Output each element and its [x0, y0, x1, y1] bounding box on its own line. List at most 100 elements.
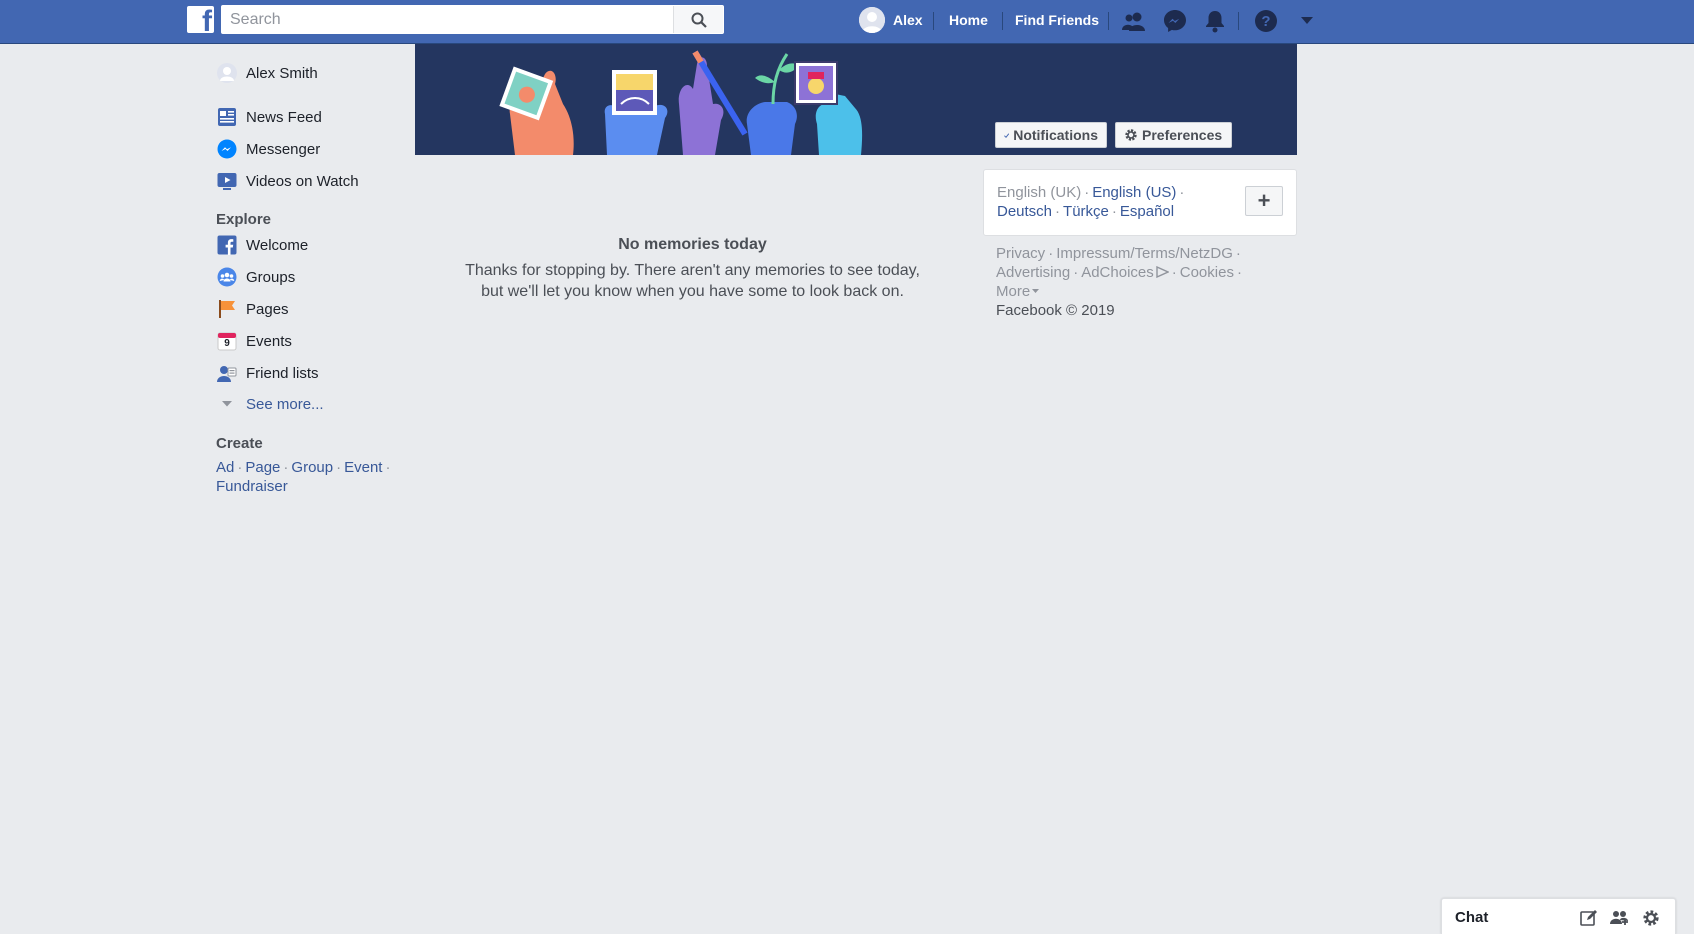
notifications-icon[interactable] — [1202, 8, 1228, 34]
facebook-icon — [216, 234, 238, 256]
see-more-link[interactable]: See more... — [216, 392, 324, 416]
calendar-icon: 9 — [216, 330, 238, 352]
gear-icon — [1125, 129, 1137, 141]
nav-divider — [1108, 12, 1109, 30]
footer-more-label: More — [996, 283, 1031, 300]
news-feed-icon — [216, 106, 238, 128]
footer-link[interactable]: AdChoices — [1081, 264, 1170, 281]
help-icon[interactable]: ? — [1253, 8, 1279, 34]
separator-dot: · — [336, 459, 342, 476]
logo-letter: f — [202, 6, 212, 34]
footer-more-row: More — [996, 282, 1296, 301]
separator-dot: · — [237, 459, 243, 476]
sidebar-item-label: Pages — [246, 300, 289, 318]
profile-name: Alex — [893, 12, 923, 28]
calendar-day-number: 9 — [224, 338, 230, 349]
create-page-link[interactable]: Page — [245, 459, 280, 476]
nav-divider — [933, 12, 934, 30]
create-group-icon[interactable] — [1610, 908, 1630, 928]
flag-icon — [216, 298, 238, 320]
footer-link[interactable]: Advertising — [996, 264, 1070, 281]
gear-icon[interactable] — [1641, 908, 1661, 928]
empty-state-line: but we'll let you know when you have som… — [481, 283, 904, 300]
chat-label: Chat — [1455, 909, 1489, 926]
sidebar-item-label: Events — [246, 332, 292, 350]
sidebar-item-label: Friend lists — [246, 364, 319, 382]
sidebar-item-label: Videos on Watch — [246, 172, 359, 190]
preferences-button[interactable]: Preferences — [1115, 122, 1232, 148]
sidebar-item-profile[interactable]: Alex Smith — [216, 61, 318, 85]
chevron-down-icon — [216, 393, 238, 415]
sidebar-item-pages[interactable]: Pages — [216, 297, 289, 321]
sidebar-item-news-feed[interactable]: News Feed — [216, 105, 322, 129]
footer-link[interactable]: Privacy — [996, 245, 1045, 262]
create-ad-link[interactable]: Ad — [216, 459, 234, 476]
avatar — [859, 7, 885, 33]
default-avatar-icon — [217, 63, 237, 83]
add-language-button[interactable]: + — [1245, 186, 1283, 216]
friend-list-icon — [216, 362, 238, 384]
empty-state-title: No memories today — [618, 236, 767, 253]
separator-dot: · — [1235, 245, 1241, 262]
copyright-text: Facebook © 2019 — [996, 302, 1115, 319]
chat-bar[interactable]: Chat — [1441, 898, 1676, 934]
home-link[interactable]: Home — [949, 0, 988, 40]
preferences-button-label: Preferences — [1142, 127, 1223, 143]
explore-header: Explore — [216, 211, 272, 228]
avatar — [216, 62, 238, 84]
see-more-label: See more... — [246, 395, 324, 413]
footer-more-link[interactable]: More — [996, 283, 1040, 300]
sidebar-item-welcome[interactable]: Welcome — [216, 233, 308, 257]
sidebar-item-label: Groups — [246, 268, 296, 286]
sidebar-item-friend-lists[interactable]: Friend lists — [216, 361, 319, 385]
nav-divider — [1238, 12, 1239, 30]
sidebar-item-messenger[interactable]: Messenger — [216, 137, 320, 161]
notifications-button-label: Notifications — [1013, 127, 1098, 143]
notifications-button[interactable]: Notifications — [995, 122, 1107, 148]
facebook-logo-icon[interactable]: f — [187, 6, 214, 33]
footer-links-row: Advertising · AdChoices · Cookies · — [996, 263, 1296, 282]
create-group-link[interactable]: Group — [291, 459, 333, 476]
separator-dot: · — [1111, 203, 1117, 220]
footer-link[interactable]: Impressum/Terms/NetzDG — [1056, 245, 1233, 262]
sidebar-item-events[interactable]: 9 Events — [216, 329, 292, 353]
language-link[interactable]: Español — [1120, 203, 1174, 220]
language-link[interactable]: English (US) — [1092, 184, 1176, 201]
messenger-icon[interactable] — [1162, 8, 1188, 34]
sidebar-item-label: Alex Smith — [246, 64, 318, 82]
friend-requests-icon[interactable] — [1121, 8, 1147, 34]
language-selector: English (UK) · English (US) · Deutsch · Türkç… — [983, 169, 1297, 236]
search-input[interactable] — [222, 6, 674, 33]
separator-dot: · — [1048, 245, 1054, 262]
search-icon — [691, 12, 707, 28]
sidebar-item-videos-on-watch[interactable]: Videos on Watch — [216, 169, 359, 193]
no-memories-message: No memories today Thanks for stopping by… — [415, 236, 970, 302]
separator-dot: · — [1236, 264, 1242, 281]
language-link[interactable]: Türkçe — [1063, 203, 1109, 220]
memories-banner: Notifications Preferences — [415, 44, 1297, 155]
separator-dot: · — [1055, 203, 1061, 220]
separator-dot: · — [1171, 264, 1177, 281]
messenger-icon — [216, 138, 238, 160]
caret-down-icon — [1032, 289, 1040, 293]
account-dropdown-icon[interactable] — [1294, 8, 1320, 34]
sidebar-item-label: News Feed — [246, 108, 322, 126]
create-event-link[interactable]: Event — [344, 459, 382, 476]
language-link[interactable]: Deutsch — [997, 203, 1052, 220]
watch-icon — [216, 170, 238, 192]
new-message-icon[interactable] — [1579, 908, 1599, 928]
search-button[interactable] — [673, 6, 723, 33]
sidebar-item-groups[interactable]: Groups — [216, 265, 295, 289]
separator-dot: · — [1073, 264, 1079, 281]
current-language: English (UK) — [997, 184, 1082, 201]
groups-icon — [216, 266, 238, 288]
footer-link[interactable]: Cookies — [1180, 264, 1234, 281]
default-avatar-icon — [859, 7, 885, 33]
create-header: Create — [216, 435, 263, 452]
sidebar-item-label: Welcome — [246, 236, 309, 254]
profile-nav-link[interactable]: Alex — [859, 0, 923, 40]
find-friends-link[interactable]: Find Friends — [1015, 0, 1099, 40]
create-fundraiser-link[interactable]: Fundraiser — [216, 478, 288, 495]
separator-dot: · — [283, 459, 289, 476]
language-row: Deutsch · Türkçe · Español — [997, 203, 1174, 220]
